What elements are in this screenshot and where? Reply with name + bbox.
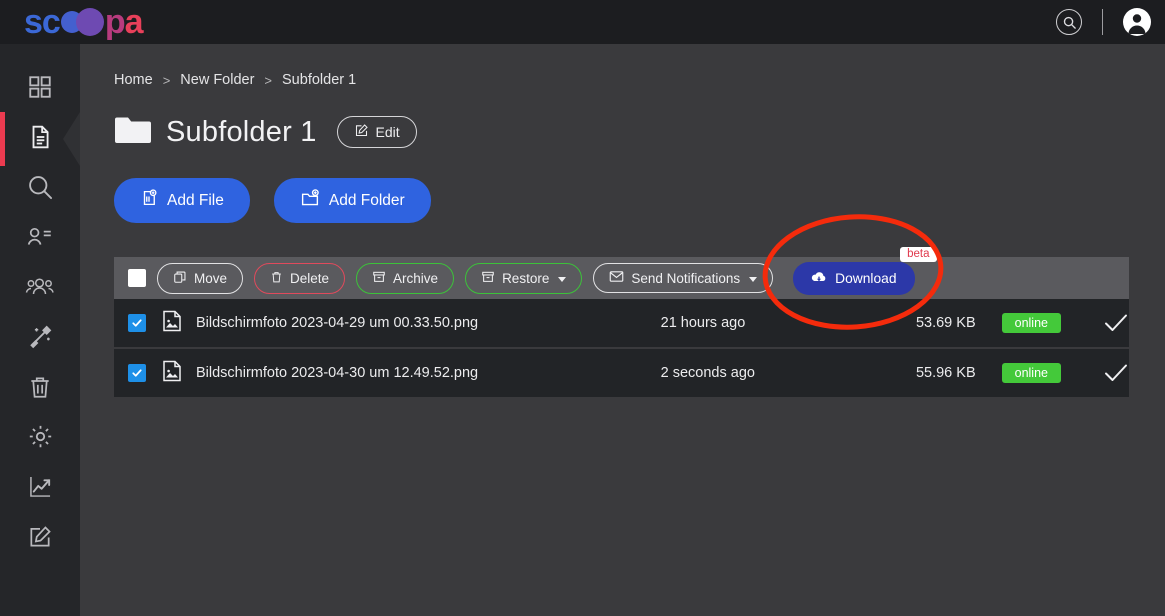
breadcrumb-item-new-folder[interactable]: New Folder: [180, 72, 254, 88]
archive-button[interactable]: Archive: [356, 262, 455, 294]
sidebar-item-settings[interactable]: [0, 414, 80, 464]
page-title: Subfolder 1: [166, 115, 317, 148]
sidebar: [0, 44, 80, 616]
user-list-icon: [26, 223, 54, 256]
users-group-icon: [25, 273, 55, 306]
file-name: Bildschirmfoto 2023-04-29 um 00.33.50.pn…: [196, 315, 479, 331]
file-name: Bildschirmfoto 2023-04-30 um 12.49.52.pn…: [196, 365, 479, 381]
sidebar-item-tools[interactable]: [0, 314, 80, 364]
logo-text-2: p: [104, 2, 126, 41]
sidebar-item-documents[interactable]: [0, 112, 80, 166]
select-all-checkbox[interactable]: [128, 269, 146, 287]
row-checkbox[interactable]: [128, 364, 146, 382]
header-divider: [1102, 9, 1103, 35]
delete-button[interactable]: Delete: [254, 262, 346, 294]
add-actions: Add File Add Folder: [114, 178, 1165, 223]
document-icon: [27, 124, 53, 155]
chart-line-icon: [27, 473, 54, 505]
file-modified: 21 hours ago: [660, 315, 746, 331]
archive-box-icon: [481, 270, 495, 287]
top-bar: sc p a: [0, 0, 1165, 44]
trash-icon: [27, 374, 53, 405]
send-notifications-button[interactable]: Send Notifications: [593, 263, 774, 293]
image-file-icon: [162, 310, 182, 336]
sidebar-item-trash[interactable]: [0, 364, 80, 414]
download-button-wrapper: Download beta: [793, 246, 937, 295]
download-label: Download: [835, 270, 897, 286]
sidebar-item-search[interactable]: [0, 164, 80, 214]
logo-dot-right: [75, 8, 104, 36]
status-badge: online: [1001, 363, 1061, 383]
logo-text-3: a: [124, 2, 144, 41]
folder-plus-icon: [300, 189, 320, 212]
edit-square-icon: [27, 524, 53, 555]
breadcrumb-separator: >: [264, 72, 273, 88]
search-icon[interactable]: [1056, 9, 1082, 35]
file-size: 55.96 KB: [915, 365, 976, 381]
move-label: Move: [194, 270, 228, 286]
download-button[interactable]: Download: [793, 261, 915, 295]
image-file-icon: [162, 360, 182, 386]
gear-icon: [27, 423, 54, 455]
logo-text-1: sc: [24, 2, 61, 41]
send-notifications-label: Send Notifications: [631, 270, 741, 286]
trash-icon: [270, 270, 283, 287]
magic-wand-icon: [27, 323, 54, 355]
move-copy-icon: [173, 270, 187, 287]
chevron-down-icon: [749, 276, 758, 282]
sidebar-item-compose[interactable]: [0, 514, 80, 564]
sidebar-item-dashboard[interactable]: [0, 64, 80, 114]
status-badge: online: [1001, 313, 1061, 333]
main-content: Home > New Folder > Subfolder 1 Subfolde…: [80, 44, 1165, 616]
move-button[interactable]: Move: [157, 262, 244, 294]
breadcrumb-item-subfolder-1[interactable]: Subfolder 1: [282, 72, 356, 88]
sidebar-item-groups[interactable]: [0, 264, 80, 314]
cloud-download-icon: [811, 270, 827, 287]
pencil-icon: [354, 123, 369, 141]
search-icon: [26, 173, 54, 206]
restore-label: Restore: [502, 270, 550, 286]
edit-button[interactable]: Edit: [336, 116, 417, 148]
table-row[interactable]: Bildschirmfoto 2023-04-29 um 00.33.50.pn…: [114, 299, 1129, 347]
delete-label: Delete: [290, 270, 330, 286]
logo-dots: [60, 8, 104, 36]
breadcrumb: Home > New Folder > Subfolder 1: [114, 72, 1165, 88]
breadcrumb-item-home[interactable]: Home: [114, 72, 153, 88]
sidebar-item-contacts[interactable]: [0, 214, 80, 264]
checkmark-icon[interactable]: [1103, 312, 1129, 334]
app-root: sc p a Home > New Folder > Subfolder 1 S…: [0, 0, 1165, 616]
archive-box-icon: [372, 270, 386, 287]
file-table: Move Delete Archive Restore Send Notific…: [114, 246, 1129, 397]
file-name-cell: Bildschirmfoto 2023-04-30 um 12.49.52.pn…: [162, 360, 478, 386]
file-size: 53.69 KB: [915, 315, 976, 331]
user-avatar-icon[interactable]: [1123, 8, 1151, 36]
file-modified: 2 seconds ago: [660, 365, 755, 381]
grid-icon: [27, 74, 53, 105]
breadcrumb-separator: >: [162, 72, 171, 88]
page-header: Subfolder 1 Edit: [114, 114, 1165, 150]
add-folder-button[interactable]: Add Folder: [273, 178, 431, 223]
file-plus-icon: [140, 189, 158, 212]
edit-button-label: Edit: [375, 124, 400, 140]
app-logo[interactable]: sc p a: [24, 2, 144, 41]
row-checkbox[interactable]: [128, 314, 146, 332]
table-row[interactable]: Bildschirmfoto 2023-04-30 um 12.49.52.pn…: [114, 349, 1129, 397]
folder-icon: [114, 114, 152, 150]
top-bar-actions: [1056, 8, 1151, 36]
archive-label: Archive: [393, 270, 439, 286]
envelope-icon: [609, 270, 624, 286]
add-file-label: Add File: [167, 191, 224, 209]
restore-button[interactable]: Restore: [465, 262, 583, 294]
add-file-button[interactable]: Add File: [114, 178, 250, 223]
table-toolbar: Move Delete Archive Restore Send Notific…: [114, 246, 1129, 299]
sidebar-item-analytics[interactable]: [0, 464, 80, 514]
add-folder-label: Add Folder: [328, 191, 405, 209]
beta-badge: beta: [900, 246, 937, 262]
file-name-cell: Bildschirmfoto 2023-04-29 um 00.33.50.pn…: [162, 310, 478, 336]
chevron-down-icon: [558, 276, 567, 282]
checkmark-icon[interactable]: [1103, 362, 1129, 384]
